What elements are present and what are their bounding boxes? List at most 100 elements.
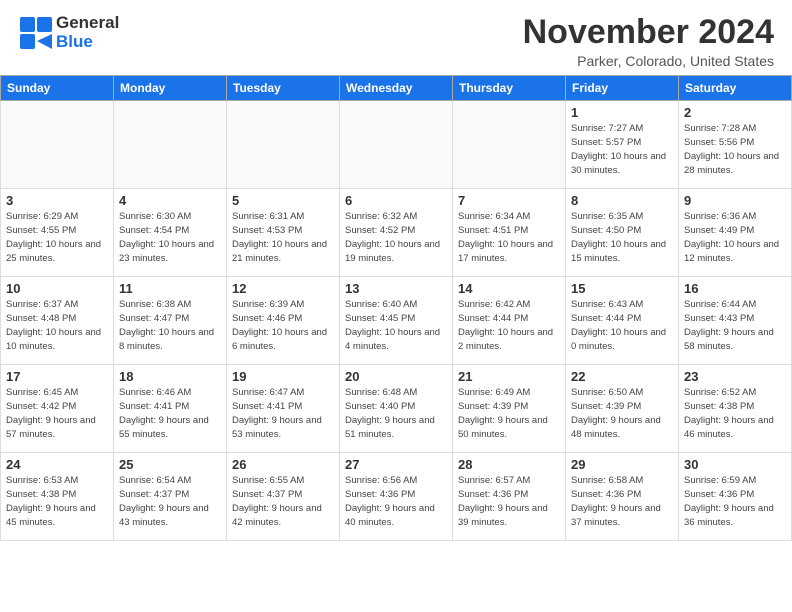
day-number: 28 bbox=[458, 457, 560, 472]
day-number: 13 bbox=[345, 281, 447, 296]
logo-general: General bbox=[56, 13, 119, 32]
col-thursday: Thursday bbox=[453, 76, 566, 101]
calendar-cell: 11 Sunrise: 6:38 AM Sunset: 4:47 PM Dayli… bbox=[114, 277, 227, 365]
calendar-cell: 1 Sunrise: 7:27 AM Sunset: 5:57 PM Daylig… bbox=[566, 101, 679, 189]
calendar-cell: 20 Sunrise: 6:48 AM Sunset: 4:40 PM Dayli… bbox=[340, 365, 453, 453]
day-info: Sunrise: 6:37 AM Sunset: 4:48 PM Dayligh… bbox=[6, 298, 108, 353]
calendar-cell: 23 Sunrise: 6:52 AM Sunset: 4:38 PM Dayli… bbox=[679, 365, 792, 453]
calendar-cell: 24Sunrise: 6:53 AM Sunset: 4:38 PM Dayli… bbox=[1, 453, 114, 541]
calendar-cell: 15 Sunrise: 6:43 AM Sunset: 4:44 PM Dayli… bbox=[566, 277, 679, 365]
calendar-cell: 2 Sunrise: 7:28 AM Sunset: 5:56 PM Daylig… bbox=[679, 101, 792, 189]
calendar-cell: 17 Sunrise: 6:45 AM Sunset: 4:42 PM Dayli… bbox=[1, 365, 114, 453]
calendar-cell: 21 Sunrise: 6:49 AM Sunset: 4:39 PM Dayli… bbox=[453, 365, 566, 453]
day-info: Sunrise: 6:44 AM Sunset: 4:43 PM Dayligh… bbox=[684, 298, 786, 353]
day-info: Sunrise: 6:45 AM Sunset: 4:42 PM Dayligh… bbox=[6, 386, 108, 441]
calendar-cell: 30Sunrise: 6:59 AM Sunset: 4:36 PM Dayli… bbox=[679, 453, 792, 541]
day-number: 11 bbox=[119, 281, 221, 296]
day-info: Sunrise: 6:38 AM Sunset: 4:47 PM Dayligh… bbox=[119, 298, 221, 353]
day-number: 15 bbox=[571, 281, 673, 296]
day-info: Sunrise: 7:27 AM Sunset: 5:57 PM Dayligh… bbox=[571, 122, 673, 177]
col-tuesday: Tuesday bbox=[227, 76, 340, 101]
day-number: 29 bbox=[571, 457, 673, 472]
day-number: 21 bbox=[458, 369, 560, 384]
calendar-cell: 19Sunrise: 6:47 AM Sunset: 4:41 PM Dayli… bbox=[227, 365, 340, 453]
day-info: Sunrise: 6:50 AM Sunset: 4:39 PM Dayligh… bbox=[571, 386, 673, 441]
day-info: Sunrise: 6:34 AM Sunset: 4:51 PM Dayligh… bbox=[458, 210, 560, 265]
day-number: 12 bbox=[232, 281, 334, 296]
day-info: Sunrise: 6:56 AM Sunset: 4:36 PM Dayligh… bbox=[345, 474, 447, 529]
day-info: Sunrise: 6:43 AM Sunset: 4:44 PM Dayligh… bbox=[571, 298, 673, 353]
day-info: Sunrise: 6:40 AM Sunset: 4:45 PM Dayligh… bbox=[345, 298, 447, 353]
day-number: 16 bbox=[684, 281, 786, 296]
calendar-week-row: 1 Sunrise: 7:27 AM Sunset: 5:57 PM Daylig… bbox=[1, 101, 792, 189]
day-number: 22 bbox=[571, 369, 673, 384]
calendar-week-row: 17 Sunrise: 6:45 AM Sunset: 4:42 PM Dayli… bbox=[1, 365, 792, 453]
calendar-cell: 14 Sunrise: 6:42 AM Sunset: 4:44 PM Dayli… bbox=[453, 277, 566, 365]
calendar-header-row: Sunday Monday Tuesday Wednesday Thursday… bbox=[1, 76, 792, 101]
day-info: Sunrise: 6:49 AM Sunset: 4:39 PM Dayligh… bbox=[458, 386, 560, 441]
calendar-week-row: 24Sunrise: 6:53 AM Sunset: 4:38 PM Dayli… bbox=[1, 453, 792, 541]
col-saturday: Saturday bbox=[679, 76, 792, 101]
calendar-table: Sunday Monday Tuesday Wednesday Thursday… bbox=[0, 75, 792, 541]
month-title: November 2024 bbox=[523, 14, 774, 51]
day-number: 3 bbox=[6, 193, 108, 208]
day-info: Sunrise: 6:57 AM Sunset: 4:36 PM Dayligh… bbox=[458, 474, 560, 529]
header: General Blue November 2024 Parker, Color… bbox=[0, 0, 792, 75]
day-info: Sunrise: 6:52 AM Sunset: 4:38 PM Dayligh… bbox=[684, 386, 786, 441]
location: Parker, Colorado, United States bbox=[523, 53, 774, 69]
day-number: 1 bbox=[571, 105, 673, 120]
day-number: 14 bbox=[458, 281, 560, 296]
calendar-cell: 12Sunrise: 6:39 AM Sunset: 4:46 PM Dayli… bbox=[227, 277, 340, 365]
calendar-cell bbox=[340, 101, 453, 189]
day-info: Sunrise: 6:29 AM Sunset: 4:55 PM Dayligh… bbox=[6, 210, 108, 265]
calendar-cell bbox=[114, 101, 227, 189]
calendar-cell: 29 Sunrise: 6:58 AM Sunset: 4:36 PM Dayli… bbox=[566, 453, 679, 541]
day-info: Sunrise: 6:55 AM Sunset: 4:37 PM Dayligh… bbox=[232, 474, 334, 529]
day-info: Sunrise: 6:31 AM Sunset: 4:53 PM Dayligh… bbox=[232, 210, 334, 265]
day-number: 25 bbox=[119, 457, 221, 472]
day-number: 10 bbox=[6, 281, 108, 296]
day-number: 17 bbox=[6, 369, 108, 384]
col-friday: Friday bbox=[566, 76, 679, 101]
day-info: Sunrise: 6:58 AM Sunset: 4:36 PM Dayligh… bbox=[571, 474, 673, 529]
day-info: Sunrise: 6:54 AM Sunset: 4:37 PM Dayligh… bbox=[119, 474, 221, 529]
calendar-cell: 4Sunrise: 6:30 AM Sunset: 4:54 PM Daylig… bbox=[114, 189, 227, 277]
day-number: 5 bbox=[232, 193, 334, 208]
col-wednesday: Wednesday bbox=[340, 76, 453, 101]
day-info: Sunrise: 6:32 AM Sunset: 4:52 PM Dayligh… bbox=[345, 210, 447, 265]
calendar-cell: 27 Sunrise: 6:56 AM Sunset: 4:36 PM Dayli… bbox=[340, 453, 453, 541]
calendar-cell: 22 Sunrise: 6:50 AM Sunset: 4:39 PM Dayli… bbox=[566, 365, 679, 453]
calendar-cell: 3 Sunrise: 6:29 AM Sunset: 4:55 PM Daylig… bbox=[1, 189, 114, 277]
day-number: 23 bbox=[684, 369, 786, 384]
logo: General Blue bbox=[18, 14, 119, 51]
calendar-cell: 26 Sunrise: 6:55 AM Sunset: 4:37 PM Dayli… bbox=[227, 453, 340, 541]
day-number: 2 bbox=[684, 105, 786, 120]
calendar-week-row: 10 Sunrise: 6:37 AM Sunset: 4:48 PM Dayli… bbox=[1, 277, 792, 365]
calendar-cell: 16 Sunrise: 6:44 AM Sunset: 4:43 PM Dayli… bbox=[679, 277, 792, 365]
day-number: 18 bbox=[119, 369, 221, 384]
day-number: 20 bbox=[345, 369, 447, 384]
day-number: 6 bbox=[345, 193, 447, 208]
calendar-cell bbox=[227, 101, 340, 189]
day-info: Sunrise: 6:30 AM Sunset: 4:54 PM Dayligh… bbox=[119, 210, 221, 265]
day-info: Sunrise: 6:47 AM Sunset: 4:41 PM Dayligh… bbox=[232, 386, 334, 441]
calendar-cell: 28 Sunrise: 6:57 AM Sunset: 4:36 PM Dayli… bbox=[453, 453, 566, 541]
logo-icon bbox=[18, 15, 54, 51]
calendar-cell bbox=[453, 101, 566, 189]
title-block: November 2024 Parker, Colorado, United S… bbox=[523, 14, 774, 69]
calendar-cell: 5 Sunrise: 6:31 AM Sunset: 4:53 PM Daylig… bbox=[227, 189, 340, 277]
calendar-cell: 6 Sunrise: 6:32 AM Sunset: 4:52 PM Daylig… bbox=[340, 189, 453, 277]
day-info: Sunrise: 6:48 AM Sunset: 4:40 PM Dayligh… bbox=[345, 386, 447, 441]
day-info: Sunrise: 7:28 AM Sunset: 5:56 PM Dayligh… bbox=[684, 122, 786, 177]
day-number: 30 bbox=[684, 457, 786, 472]
day-info: Sunrise: 6:35 AM Sunset: 4:50 PM Dayligh… bbox=[571, 210, 673, 265]
logo-blue: Blue bbox=[56, 32, 93, 51]
day-number: 27 bbox=[345, 457, 447, 472]
calendar-cell: 10 Sunrise: 6:37 AM Sunset: 4:48 PM Dayli… bbox=[1, 277, 114, 365]
day-number: 26 bbox=[232, 457, 334, 472]
day-info: Sunrise: 6:42 AM Sunset: 4:44 PM Dayligh… bbox=[458, 298, 560, 353]
day-number: 24 bbox=[6, 457, 108, 472]
day-info: Sunrise: 6:36 AM Sunset: 4:49 PM Dayligh… bbox=[684, 210, 786, 265]
calendar-cell: 9Sunrise: 6:36 AM Sunset: 4:49 PM Daylig… bbox=[679, 189, 792, 277]
calendar-cell: 8Sunrise: 6:35 AM Sunset: 4:50 PM Daylig… bbox=[566, 189, 679, 277]
